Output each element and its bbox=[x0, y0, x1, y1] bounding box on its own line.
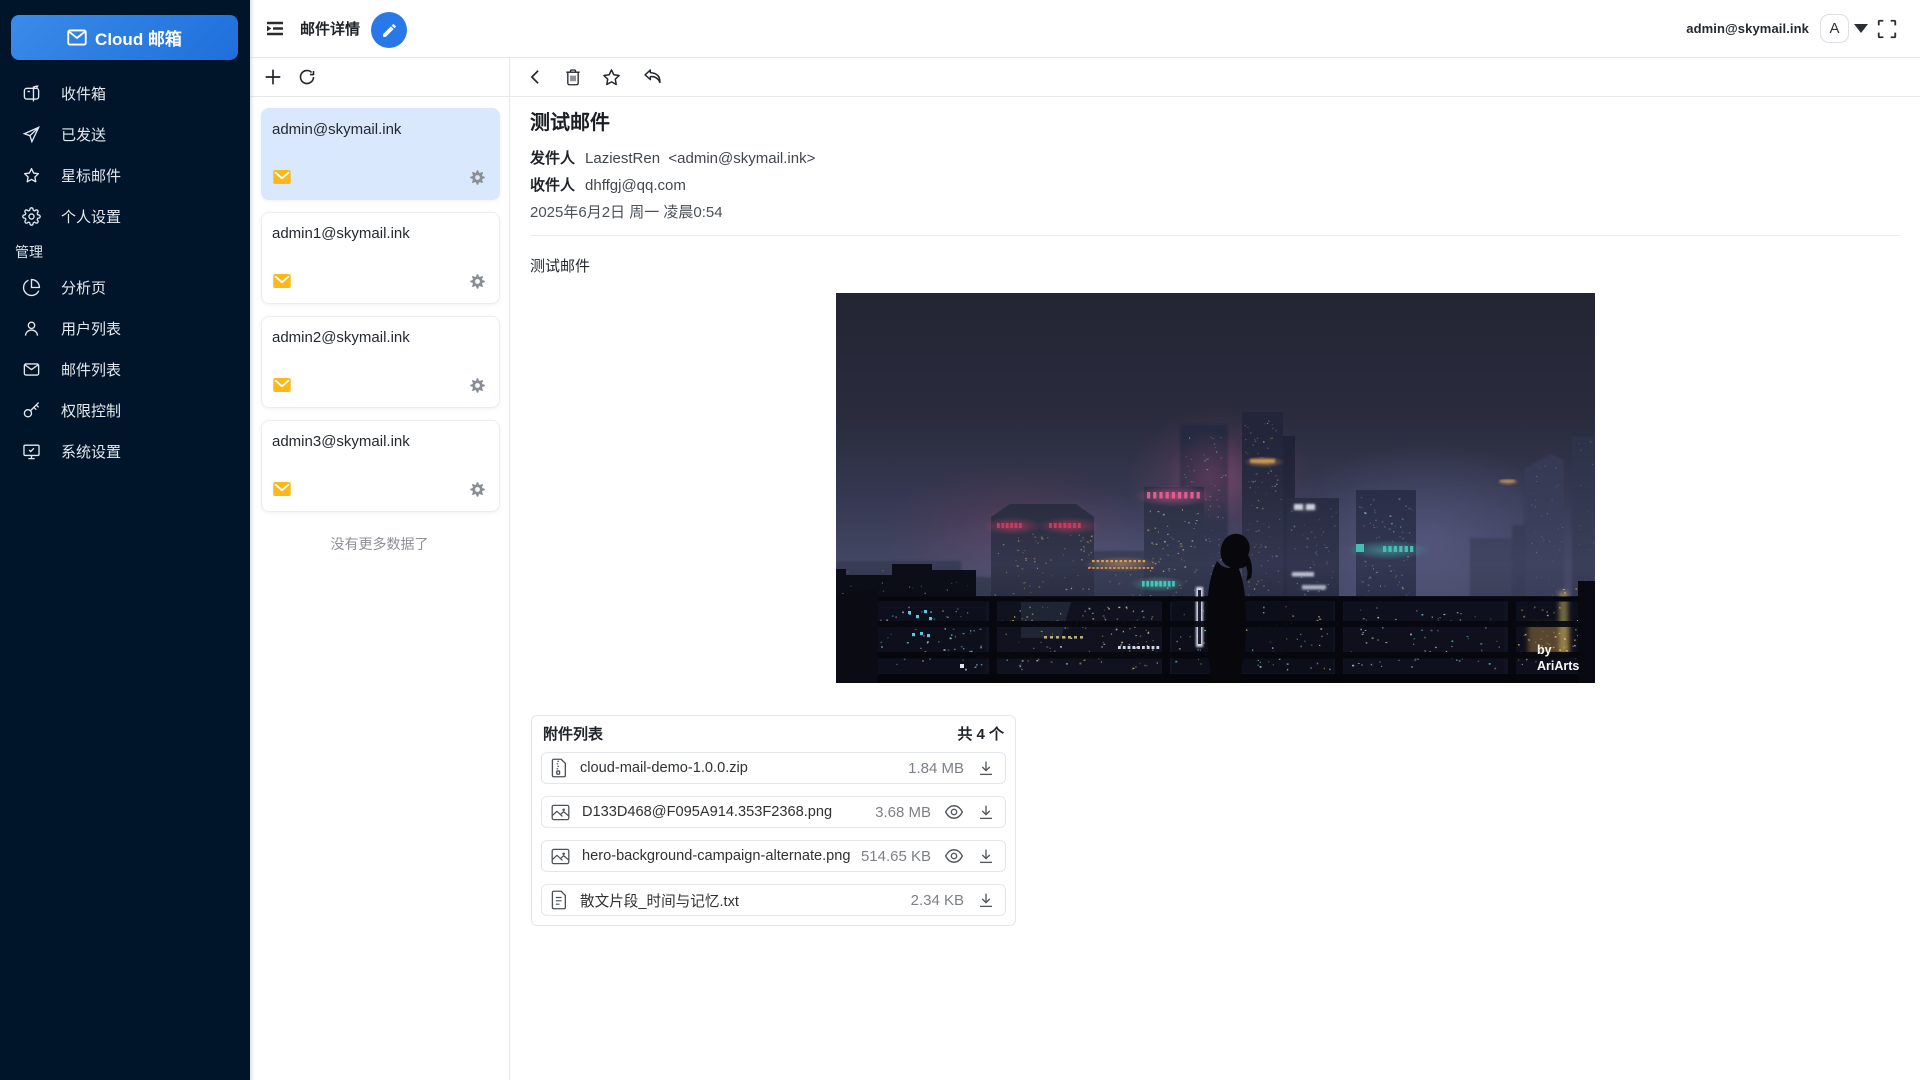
svg-text:by: by bbox=[1537, 643, 1552, 657]
svg-text:AriArts: AriArts bbox=[1537, 659, 1579, 673]
